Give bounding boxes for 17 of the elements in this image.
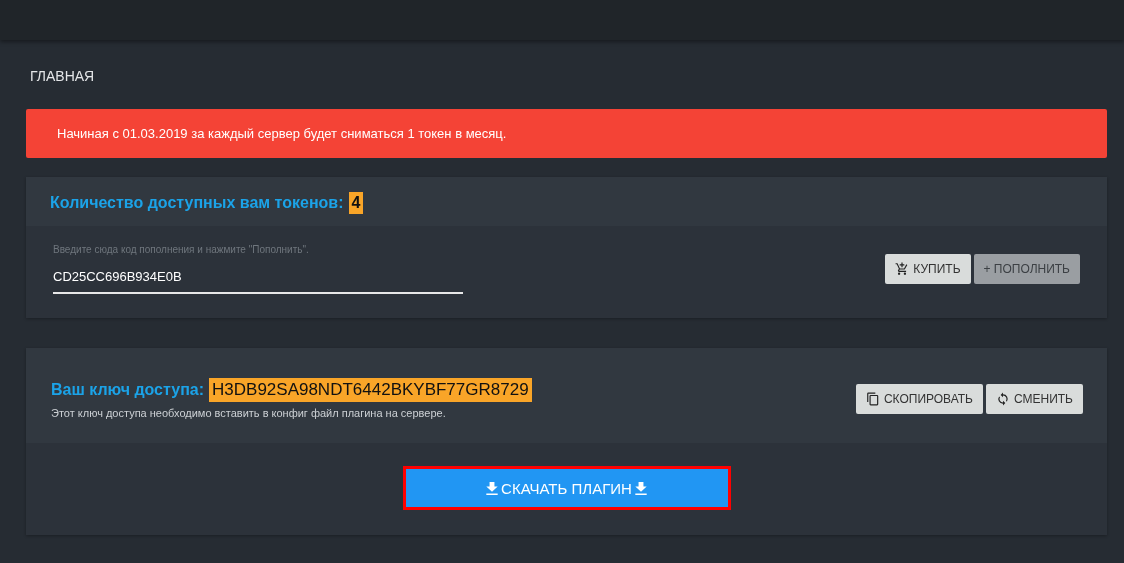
code-field[interactable]: CD25CC696B934E0B xyxy=(53,255,463,294)
access-key-label: Ваш ключ доступа: xyxy=(51,381,205,399)
change-button[interactable]: СМЕНИТЬ xyxy=(985,383,1083,414)
buy-button[interactable]: КУПИТЬ xyxy=(885,254,971,284)
access-key-hint: Этот ключ доступа необходимо вставить в конфиг файл плагина на сервере. xyxy=(51,407,447,419)
download-icon xyxy=(486,481,499,495)
refresh-icon xyxy=(995,391,1010,406)
page-title: ГЛАВНАЯ xyxy=(30,68,96,84)
cart-icon xyxy=(895,262,910,276)
download-icon xyxy=(634,481,647,495)
alert-message: Начиная с 01.03.2019 за каждый сервер будет сниматься 1 токен в месяц. xyxy=(26,109,1107,158)
field-label: Введите сюда код пополнения и нажмите "Пополнить". xyxy=(53,244,310,255)
access-key: H3DB92SA98NDT6442BKYBF77GR8729 xyxy=(209,378,532,402)
tokens-label: Количество доступных вам токенов: xyxy=(50,194,344,212)
copy-icon xyxy=(865,391,880,406)
copy-button[interactable]: СКОПИРОВАТЬ xyxy=(855,383,983,414)
token-count: 4 xyxy=(348,192,364,214)
